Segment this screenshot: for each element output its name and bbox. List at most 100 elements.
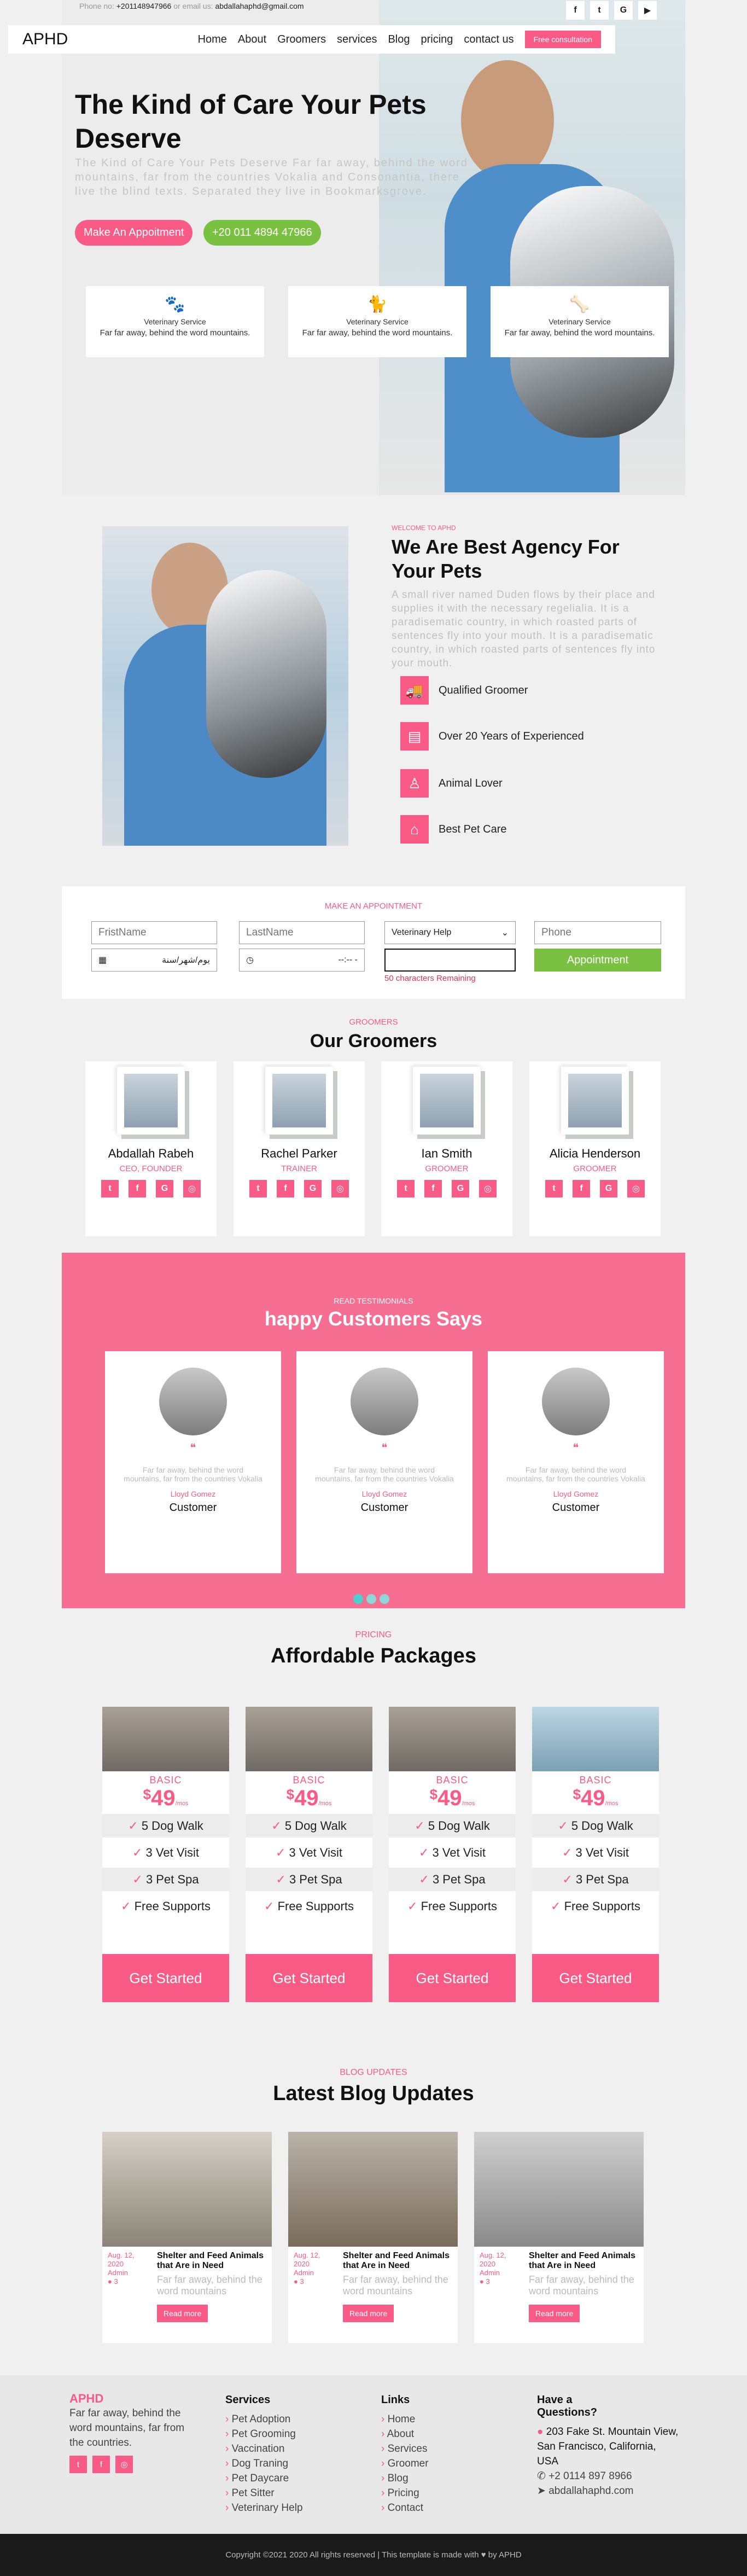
twitter-icon[interactable]: t (69, 2456, 87, 2473)
testimonials-title: happy Customers Says (264, 1307, 483, 1330)
google-icon[interactable]: G (600, 1180, 617, 1197)
customer-name: Lloyd Gomez (361, 1490, 407, 1498)
footer-link[interactable]: › Services (381, 2441, 429, 2456)
topbar-phone[interactable]: +201148947966 (116, 2, 172, 10)
date-input[interactable]: ▦ يوم/شهر/سنة (91, 949, 217, 972)
blog-image[interactable] (474, 2132, 644, 2247)
instagram-icon[interactable]: ◎ (479, 1180, 497, 1197)
footer-link[interactable]: › Dog Traning (225, 2456, 303, 2471)
nav-item-about[interactable]: About (238, 33, 266, 46)
get-started-button[interactable]: Get Started (389, 1954, 516, 2002)
footer-link[interactable]: › Vaccination (225, 2441, 303, 2456)
free-consultation-button[interactable]: Free consultation (524, 31, 601, 48)
facebook-icon[interactable]: f (566, 1, 585, 20)
blog-post-title[interactable]: Shelter and Feed Animals that Are in Nee… (343, 2251, 452, 2271)
facebook-icon[interactable]: f (277, 1180, 294, 1197)
truck-icon: 🚚 (400, 676, 429, 705)
footer-link[interactable]: › Contact (381, 2501, 429, 2515)
blog-comments: ● 3 (108, 2277, 151, 2286)
footer-email[interactable]: ➤ abdallahaphd.com (537, 2484, 679, 2498)
twitter-icon[interactable]: t (397, 1180, 415, 1197)
plan-feature: ✓ 5 Dog Walk (246, 1814, 372, 1837)
instagram-icon[interactable]: ◎ (183, 1180, 201, 1197)
topbar-email[interactable]: abdallahaphd@gmail.com (215, 2, 304, 10)
footer-link[interactable]: › Blog (381, 2471, 429, 2486)
instagram-icon[interactable]: ◎ (331, 1180, 349, 1197)
twitter-icon[interactable]: t (545, 1180, 563, 1197)
nav-item-contact[interactable]: contact us (464, 33, 513, 46)
nav-item-home[interactable]: Home (198, 33, 227, 46)
message-input[interactable] (384, 949, 516, 972)
service-title: Veterinary Service (144, 317, 206, 326)
service-title: Veterinary Service (548, 317, 611, 326)
footer-link[interactable]: › About (381, 2427, 429, 2441)
carousel-dot[interactable] (366, 1594, 376, 1604)
groomer-role: GROOMER (425, 1164, 469, 1173)
google-icon[interactable]: G (156, 1180, 173, 1197)
blog-author[interactable]: Admin (294, 2269, 337, 2277)
footer-link[interactable]: › Pet Daycare (225, 2471, 303, 2486)
blog-image[interactable] (102, 2132, 272, 2247)
testimonial-card: ❝ Far far away, behind the word mountain… (105, 1351, 281, 1573)
footer-link[interactable]: › Pet Sitter (225, 2486, 303, 2501)
instagram-icon[interactable]: ◎ (627, 1180, 645, 1197)
facebook-icon[interactable]: f (129, 1180, 146, 1197)
phone-input[interactable] (534, 921, 661, 944)
service-select[interactable]: Veterinary Help ⌄ (384, 921, 516, 944)
nav-brand[interactable]: APHD (22, 30, 68, 49)
twitter-icon[interactable]: t (249, 1180, 267, 1197)
footer-link[interactable]: › Pet Grooming (225, 2427, 303, 2441)
footer-services-title: Services (225, 2394, 271, 2406)
footer-link[interactable]: › Pet Adoption (225, 2412, 303, 2427)
footer-link-label: Pet Daycare (231, 2473, 289, 2484)
google-icon[interactable]: G (452, 1180, 469, 1197)
nav-item-blog[interactable]: Blog (388, 33, 410, 46)
call-phone-button[interactable]: +20 011 4894 47966 (203, 220, 321, 246)
youtube-icon[interactable]: ▶ (638, 1, 657, 20)
nav-item-services[interactable]: services (337, 33, 377, 46)
read-more-button[interactable]: Read more (343, 2305, 394, 2322)
groomer-name: Abdallah Rabeh (108, 1147, 194, 1160)
blog-date: Aug. 12, 2020 (108, 2251, 135, 2268)
topbar-social: f t G ▶ (566, 1, 657, 23)
blog-author[interactable]: Admin (108, 2269, 151, 2277)
appointment-submit-button[interactable]: Appointment (534, 949, 661, 972)
blog-author[interactable]: Admin (480, 2269, 523, 2277)
make-appointment-button[interactable]: Make An Appoitment (75, 220, 193, 246)
facebook-icon[interactable]: f (573, 1180, 590, 1197)
twitter-icon[interactable]: t (101, 1180, 119, 1197)
first-name-input[interactable] (91, 921, 217, 944)
facebook-icon[interactable]: f (424, 1180, 442, 1197)
read-more-button[interactable]: Read more (157, 2305, 208, 2322)
blog-date: Aug. 12, 2020 (480, 2251, 506, 2268)
chevron-right-icon: › (381, 2414, 388, 2425)
get-started-button[interactable]: Get Started (102, 1954, 229, 2002)
time-input[interactable]: ◷ --:-- - (239, 949, 365, 972)
footer-link-label: Home (387, 2414, 416, 2425)
groomers-title: Our Groomers (310, 1031, 437, 1051)
google-icon[interactable]: G (304, 1180, 322, 1197)
customer-avatar (159, 1368, 227, 1435)
footer-link[interactable]: › Veterinary Help (225, 2501, 303, 2515)
plan-feature-label: Free Supports (564, 1899, 640, 1913)
google-icon[interactable]: G (614, 1, 633, 20)
footer-phone[interactable]: ✆ +2 0114 897 8966 (537, 2469, 679, 2484)
carousel-dot-active[interactable] (353, 1594, 363, 1604)
twitter-icon[interactable]: t (590, 1, 609, 20)
read-more-button[interactable]: Read more (529, 2305, 580, 2322)
check-icon: ✓ (558, 1818, 571, 1833)
footer-link[interactable]: › Home (381, 2412, 429, 2427)
get-started-button[interactable]: Get Started (246, 1954, 372, 2002)
blog-post-title[interactable]: Shelter and Feed Animals that Are in Nee… (157, 2251, 266, 2271)
last-name-input[interactable] (239, 921, 365, 944)
footer-link[interactable]: › Pricing (381, 2486, 429, 2501)
instagram-icon[interactable]: ◎ (115, 2456, 133, 2473)
carousel-dot[interactable] (380, 1594, 389, 1604)
blog-post-title[interactable]: Shelter and Feed Animals that Are in Nee… (529, 2251, 638, 2271)
footer-link[interactable]: › Groomer (381, 2456, 429, 2471)
nav-item-pricing[interactable]: pricing (421, 33, 453, 46)
nav-item-groomers[interactable]: Groomers (277, 33, 326, 46)
get-started-button[interactable]: Get Started (532, 1954, 659, 2002)
blog-image[interactable] (288, 2132, 458, 2247)
facebook-icon[interactable]: f (92, 2456, 110, 2473)
